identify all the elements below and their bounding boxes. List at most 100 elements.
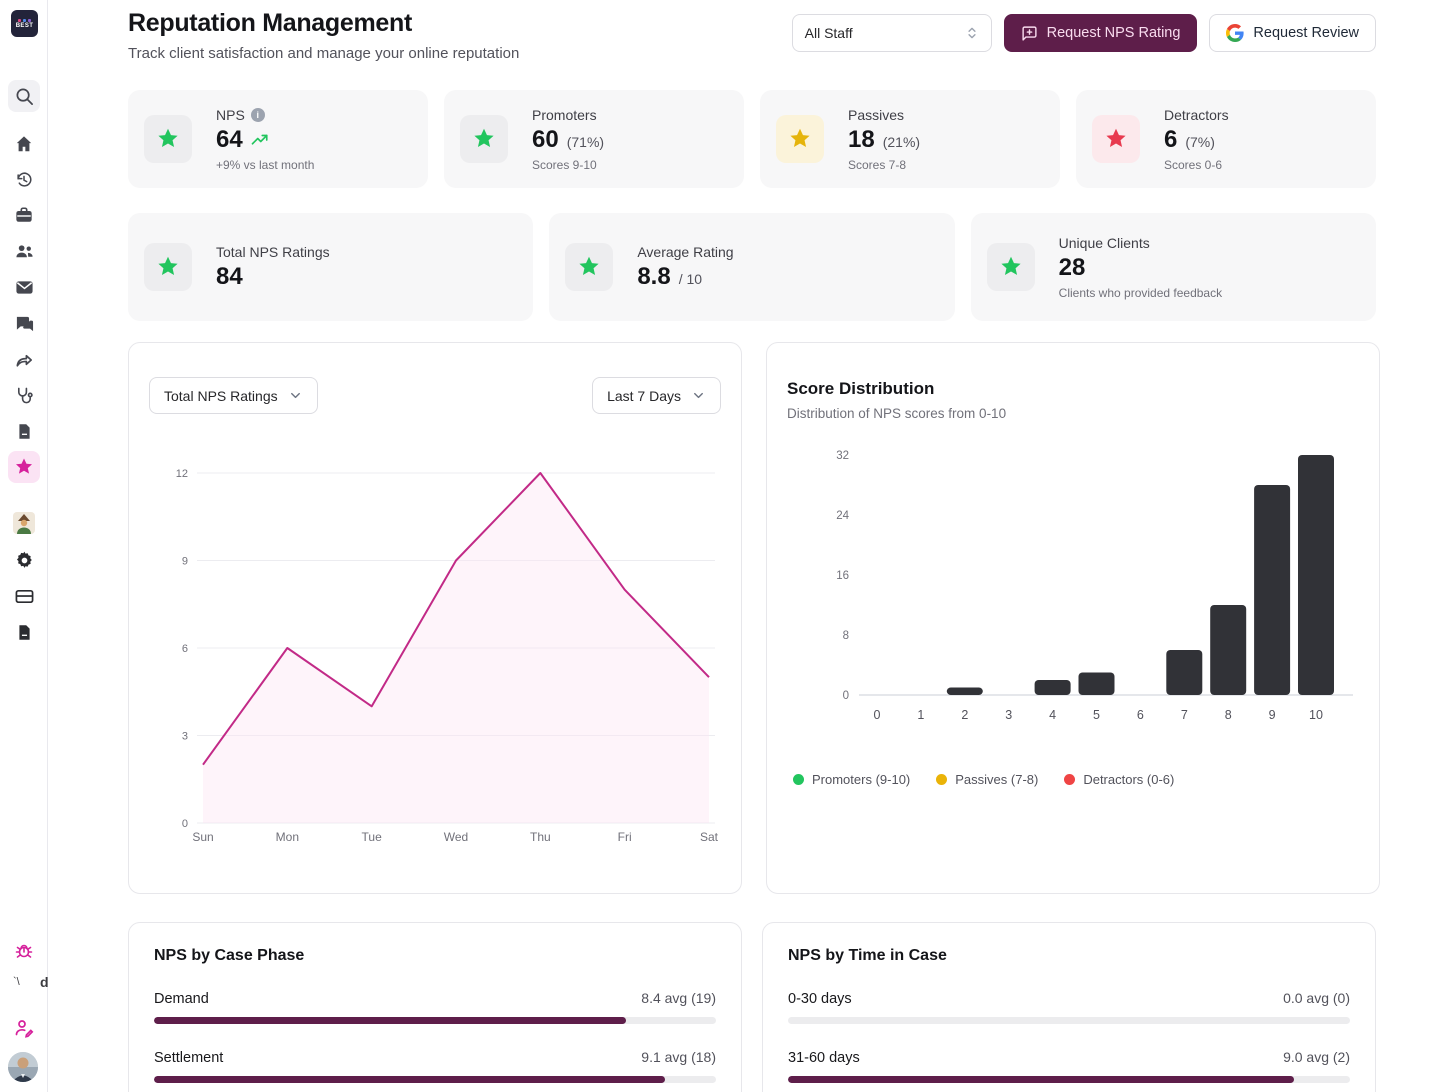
stat-sub: Scores 0-6: [1164, 158, 1229, 172]
sidebar-item-chat[interactable]: [8, 307, 40, 339]
svg-text:1: 1: [917, 708, 924, 722]
summary-row: Total NPS Ratings84Average Rating8.8/ 10…: [128, 213, 1376, 321]
sidebar-item-stethoscope[interactable]: [8, 379, 40, 411]
stat-label: Promoters: [532, 107, 604, 123]
score-bar-9: [1254, 485, 1290, 695]
request-review-button[interactable]: Request Review: [1209, 14, 1376, 52]
sidebar-item-document[interactable]: [8, 616, 40, 648]
bottom-card-title: NPS by Time in Case: [788, 947, 1350, 965]
stethoscope-icon: [15, 386, 34, 405]
summary-card-average-rating: Average Rating8.8/ 10: [549, 213, 954, 321]
mail-icon: [15, 278, 34, 297]
svg-text:16: 16: [836, 570, 849, 582]
stat-sub: +9% vs last month: [216, 158, 314, 172]
date-range-dropdown[interactable]: Last 7 Days: [592, 377, 721, 414]
svg-text:0: 0: [843, 690, 849, 702]
credit-card-icon: [15, 587, 34, 606]
stat-extra: (7%): [1185, 134, 1215, 150]
chevron-down-icon: [288, 388, 303, 403]
staff-filter-select[interactable]: All Staff: [792, 14, 992, 52]
page-subtitle: Track client satisfaction and manage you…: [128, 45, 519, 62]
chevron-down-icon: [691, 388, 706, 403]
score-bar-10: [1298, 455, 1334, 695]
sidebar-item-search[interactable]: [8, 80, 40, 112]
star-tile: [776, 115, 824, 163]
sidebar-item-briefcase[interactable]: [8, 199, 40, 231]
chevrons-up-down-icon: [965, 26, 979, 40]
page-header: Reputation Management Track client satis…: [128, 0, 1376, 62]
main-area: Reputation Management Track client satis…: [48, 0, 1456, 1092]
stat-label: NPSi: [216, 107, 314, 123]
user-avatar[interactable]: [8, 1052, 38, 1082]
logo-dots: [18, 19, 31, 22]
sidebar-item-history[interactable]: [8, 164, 40, 196]
summary-sub: Clients who provided feedback: [1059, 286, 1222, 300]
legend-label: Promoters (9-10): [812, 772, 910, 787]
svg-text:0: 0: [182, 818, 188, 830]
svg-text:2: 2: [961, 708, 968, 722]
star-tile: [144, 115, 192, 163]
score-bar-7: [1166, 650, 1202, 695]
score-distribution-subtitle: Distribution of NPS scores from 0-10: [787, 406, 1359, 421]
sidebar-item-share-arrow[interactable]: [8, 344, 40, 376]
persona-avatar-icon: [13, 512, 35, 534]
trending-up-icon: [251, 133, 269, 147]
sidebar-item-star[interactable]: [8, 451, 40, 483]
sidebar-item-credit-card[interactable]: [8, 580, 40, 612]
star-icon: [14, 457, 34, 477]
history-icon: [15, 171, 33, 189]
sidebar-item-users[interactable]: [8, 235, 40, 267]
progress-label: Settlement: [154, 1050, 223, 1066]
sidebar-item-file[interactable]: [8, 415, 40, 447]
star-tile: [1092, 115, 1140, 163]
sidebar-item-bug[interactable]: [8, 935, 40, 967]
svg-text:3: 3: [1005, 708, 1012, 722]
sidebar-item-persona-avatar[interactable]: [8, 507, 40, 539]
stat-label: Detractors: [1164, 107, 1229, 123]
card-nps-by-case-phase: NPS by Case PhaseDemand8.4 avg (19)Settl…: [128, 922, 742, 1092]
star-icon: [577, 255, 601, 279]
legend-label: Detractors (0-6): [1083, 772, 1174, 787]
app-root: BEST `\ d Reputation Management Track cl…: [0, 0, 1456, 1092]
stray-glyph-2: d: [40, 974, 49, 990]
app-logo[interactable]: BEST: [11, 10, 38, 37]
svg-text:Fri: Fri: [618, 830, 632, 844]
summary-card-unique-clients: Unique Clients28Clients who provided fee…: [971, 213, 1376, 321]
progress-row: Demand8.4 avg (19): [154, 990, 716, 1024]
sidebar-item-user-pen[interactable]: [8, 1012, 40, 1044]
nps-trend-card: Total NPS Ratings Last 7 Days 036912SunM…: [128, 342, 742, 894]
summary-label: Total NPS Ratings: [216, 244, 330, 260]
svg-text:6: 6: [1137, 708, 1144, 722]
svg-text:Thu: Thu: [530, 830, 551, 844]
page-title: Reputation Management: [128, 9, 519, 38]
svg-text:5: 5: [1093, 708, 1100, 722]
progress-value: 9.1 avg (18): [641, 1049, 716, 1065]
logo-text: BEST: [16, 23, 34, 29]
info-icon[interactable]: i: [251, 108, 265, 122]
svg-text:32: 32: [836, 450, 849, 462]
star-icon: [472, 127, 496, 151]
svg-text:24: 24: [836, 510, 849, 522]
svg-text:0: 0: [874, 708, 881, 722]
score-distribution-card: Score Distribution Distribution of NPS s…: [766, 342, 1380, 894]
sidebar-item-mail[interactable]: [8, 271, 40, 303]
sidebar-item-home[interactable]: [8, 128, 40, 160]
metric-selector-dropdown[interactable]: Total NPS Ratings: [149, 377, 318, 414]
star-icon: [156, 255, 180, 279]
svg-text:7: 7: [1181, 708, 1188, 722]
stats-row: NPSi64+9% vs last monthPromoters60(71%)S…: [128, 90, 1376, 188]
progress-row: 31-60 days9.0 avg (2): [788, 1049, 1350, 1083]
progress-label: 0-30 days: [788, 991, 852, 1007]
avatar-image: [8, 1052, 38, 1082]
stat-value: 64: [216, 126, 243, 154]
stray-glyph: `\: [13, 976, 20, 988]
sidebar-item-gear[interactable]: [8, 544, 40, 576]
bug-icon: [14, 941, 34, 961]
progress-track: [154, 1017, 716, 1024]
progress-track: [788, 1017, 1350, 1024]
svg-text:12: 12: [176, 468, 188, 480]
progress-fill: [154, 1076, 665, 1083]
chat-icon: [15, 314, 34, 333]
document-icon: [16, 624, 33, 641]
request-nps-rating-button[interactable]: Request NPS Rating: [1004, 14, 1198, 52]
